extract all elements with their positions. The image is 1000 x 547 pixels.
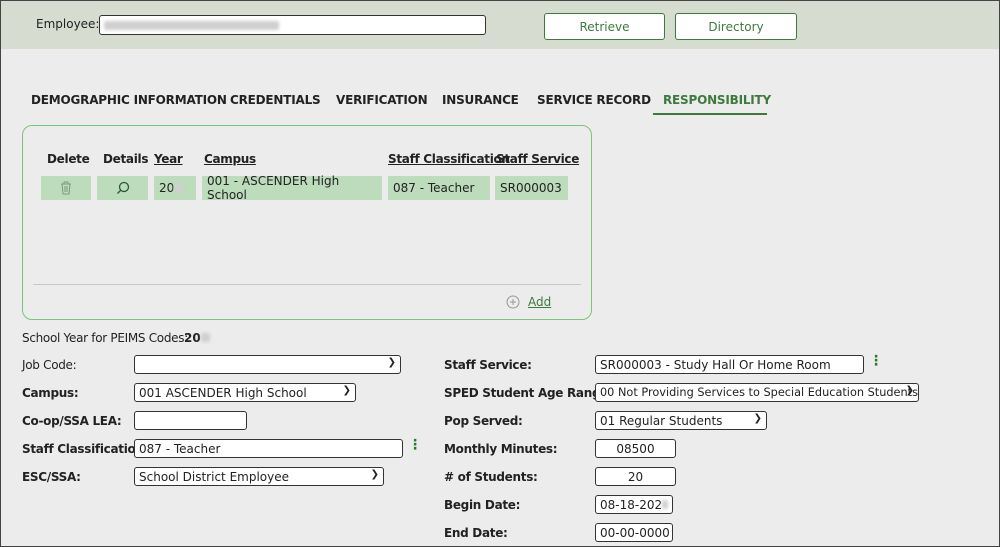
add-button[interactable]: Add xyxy=(506,295,551,309)
staff-service-input[interactable]: SR000003 - Study Hall Or Home Room xyxy=(595,355,864,374)
search-icon xyxy=(116,181,129,194)
col-delete: Delete xyxy=(47,152,90,166)
chevron-down-icon: ❯ xyxy=(753,413,762,424)
grid-divider xyxy=(33,284,581,285)
col-staff-service[interactable]: Staff Service xyxy=(496,152,579,166)
col-campus[interactable]: Campus xyxy=(204,152,256,166)
sped-label: SPED Student Age Range: xyxy=(444,386,613,400)
school-year-text: 20 xyxy=(184,331,201,345)
responsibility-grid: Delete Details Year Campus Staff Classif… xyxy=(22,125,592,320)
esc-select[interactable]: School District Employee ❯ xyxy=(134,467,384,486)
delete-button[interactable] xyxy=(41,176,91,200)
sped-value: 00 Not Providing Services to Special Edu… xyxy=(600,386,918,399)
coop-label: Co-op/SSA LEA: xyxy=(22,414,122,428)
begin-date-input[interactable]: 08-18-202 xyxy=(595,495,673,514)
pop-served-select[interactable]: 01 Regular Students ❯ xyxy=(595,411,767,430)
campus-value: 001 ASCENDER High School xyxy=(139,385,307,400)
campus-select[interactable]: 001 ASCENDER High School ❯ xyxy=(134,383,356,402)
trash-icon xyxy=(61,181,71,195)
employee-header: Employee: Retrieve Directory xyxy=(1,1,999,49)
staff-service-cell: SR000003 xyxy=(495,176,568,200)
school-year-label: School Year for PEIMS Codes: xyxy=(22,331,188,345)
tab-service-record[interactable]: SERVICE RECORD xyxy=(537,93,651,107)
tab-responsibility[interactable]: RESPONSIBILITY xyxy=(653,93,771,115)
begin-date-label: Begin Date: xyxy=(444,498,521,512)
tab-demographic-information[interactable]: DEMOGRAPHIC INFORMATION xyxy=(31,93,227,107)
chevron-down-icon: ❯ xyxy=(905,385,914,396)
staff-service-label: Staff Service: xyxy=(444,358,532,372)
staff-classification-label: Staff Classification: xyxy=(22,442,149,456)
year-value: 20 xyxy=(159,181,175,195)
esc-label: ESC/SSA: xyxy=(22,470,81,484)
campus-cell: 001 - ASCENDER High School xyxy=(202,174,382,202)
esc-value: School District Employee xyxy=(139,469,289,484)
monthly-minutes-input[interactable]: 08500 xyxy=(595,439,676,458)
more-options-icon[interactable]: ⋮ xyxy=(869,354,883,368)
employee-name-redacted xyxy=(104,20,279,30)
page: Employee: Retrieve Directory DEMOGRAPHIC… xyxy=(0,0,1000,547)
staff-classification-cell: 087 - Teacher xyxy=(388,176,490,200)
tab-insurance[interactable]: INSURANCE xyxy=(442,93,519,107)
chevron-down-icon: ❯ xyxy=(342,385,351,396)
school-year-value: 20 xyxy=(184,331,210,345)
monthly-minutes-label: Monthly Minutes: xyxy=(444,442,558,456)
sped-select[interactable]: 00 Not Providing Services to Special Edu… xyxy=(595,383,919,402)
employee-label: Employee: xyxy=(36,17,100,31)
tab-verification[interactable]: VERIFICATION xyxy=(336,93,428,107)
details-button[interactable] xyxy=(97,176,148,200)
students-label: # of Students: xyxy=(444,470,538,484)
job-code-label: Job Code: xyxy=(22,358,77,372)
campus-label: Campus: xyxy=(22,386,79,400)
end-date-input[interactable]: 00-00-0000 xyxy=(595,523,673,542)
chevron-down-icon: ❯ xyxy=(387,357,396,368)
retrieve-button[interactable]: Retrieve xyxy=(544,13,665,40)
begin-date-value: 08-18-202 xyxy=(600,497,663,512)
coop-input[interactable] xyxy=(134,411,247,430)
pop-served-value: 01 Regular Students xyxy=(600,413,723,428)
directory-button[interactable]: Directory xyxy=(675,13,797,40)
plus-circle-icon xyxy=(506,295,520,309)
end-date-label: End Date: xyxy=(444,526,508,540)
staff-classification-input[interactable]: 087 - Teacher xyxy=(134,439,403,458)
pop-served-label: Pop Served: xyxy=(444,414,523,428)
col-staff-classification[interactable]: Staff Classification xyxy=(388,152,510,166)
col-details: Details xyxy=(103,152,149,166)
chevron-down-icon: ❯ xyxy=(370,469,379,480)
students-input[interactable]: 20 xyxy=(595,467,676,486)
add-label: Add xyxy=(528,295,552,309)
job-code-select[interactable]: ❯ xyxy=(134,355,401,374)
tab-credentials[interactable]: CREDENTIALS xyxy=(230,93,321,107)
more-options-icon[interactable]: ⋮ xyxy=(408,438,422,452)
col-year[interactable]: Year xyxy=(154,152,183,166)
year-cell: 20 xyxy=(154,176,196,200)
employee-input[interactable] xyxy=(99,15,486,35)
